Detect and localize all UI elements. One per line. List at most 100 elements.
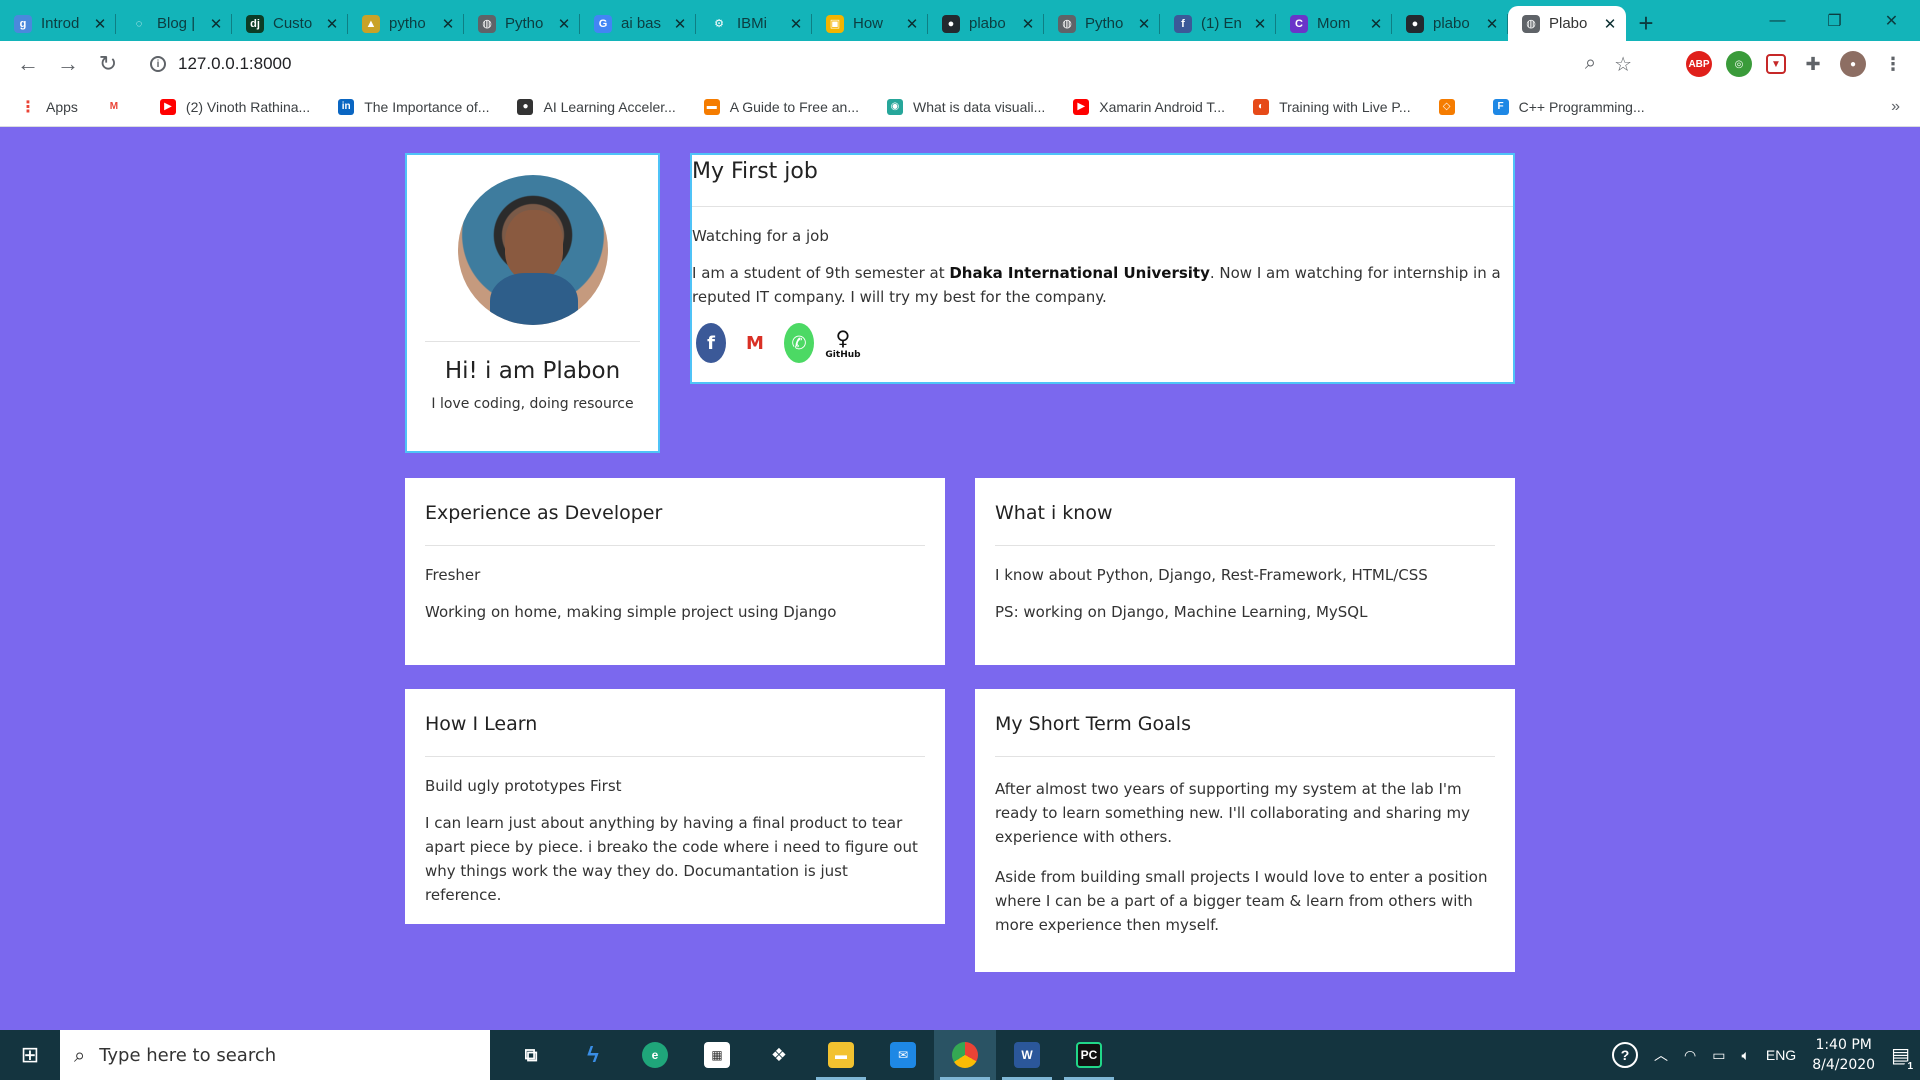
gmail-icon[interactable]: M: [740, 323, 770, 363]
visual-studio-icon[interactable]: ϟ: [562, 1030, 624, 1080]
close-window-button[interactable]: ✕: [1863, 0, 1920, 41]
help-icon[interactable]: ?: [1612, 1042, 1638, 1068]
phone-icon[interactable]: ✆: [784, 323, 814, 363]
browser-tab[interactable]: f (1) En ✕: [1160, 6, 1276, 41]
edge-icon[interactable]: e: [624, 1030, 686, 1080]
mail-icon[interactable]: ✉: [872, 1030, 934, 1080]
profile-name: Hi! i am Plabon: [444, 358, 621, 384]
tab-close-icon[interactable]: ✕: [1602, 15, 1618, 33]
browser-tab[interactable]: ◍ Pytho ✕: [464, 6, 580, 41]
card-lead: I know about Python, Django, Rest-Framew…: [995, 566, 1428, 584]
bookmark-label: Apps: [46, 98, 78, 115]
address-bar[interactable]: i 127.0.0.1:8000 ⌕ ☆: [138, 47, 1648, 81]
browser-tab[interactable]: ● plabo ✕: [928, 6, 1044, 41]
bookmarks-overflow-icon[interactable]: »: [1891, 98, 1900, 116]
tab-close-icon[interactable]: ✕: [324, 15, 340, 33]
tab-close-icon[interactable]: ✕: [1136, 15, 1152, 33]
github-icon[interactable]: ♀ GitHub: [825, 323, 860, 363]
language-indicator[interactable]: ENG: [1766, 1047, 1796, 1063]
tab-close-icon[interactable]: ✕: [208, 15, 224, 33]
tab-favicon-icon: C: [1290, 14, 1308, 33]
browser-tab[interactable]: ● plabo ✕: [1392, 6, 1508, 41]
taskbar-search-box[interactable]: ⌕ Type here to search: [60, 1030, 490, 1080]
extensions-puzzle-icon[interactable]: ✚: [1800, 51, 1826, 77]
bookmark-favicon-icon: ⋮: [20, 98, 36, 116]
clock[interactable]: 1:40 PM 8/4/2020: [1812, 1035, 1875, 1075]
tab-close-icon[interactable]: ✕: [556, 15, 572, 33]
windows-start-icon[interactable]: ⊞: [0, 1030, 60, 1080]
search-placeholder: Type here to search: [99, 1044, 277, 1066]
new-tab-button[interactable]: +: [1626, 6, 1666, 41]
site-info-icon[interactable]: i: [150, 56, 166, 72]
bookmark-item[interactable]: F C++ Programming...: [1492, 98, 1645, 115]
word-icon[interactable]: W: [996, 1030, 1058, 1080]
bookmark-item[interactable]: ▬ A Guide to Free an...: [703, 98, 859, 115]
browser-tab[interactable]: g Introd ✕: [0, 6, 116, 41]
bookmark-item[interactable]: ▶ (2) Vinoth Rathina...: [159, 98, 310, 115]
tab-close-icon[interactable]: ✕: [92, 15, 108, 33]
tab-close-icon[interactable]: ✕: [1368, 15, 1384, 33]
profile-photo: [457, 175, 608, 325]
first-job-subtitle: Watching for a job: [692, 227, 829, 245]
dropbox-icon[interactable]: ❖: [748, 1030, 810, 1080]
task-view-icon[interactable]: ⧉: [500, 1030, 562, 1080]
bookmark-item[interactable]: ⋮ Apps: [20, 98, 78, 116]
bookmark-label: Training with Live P...: [1279, 98, 1411, 115]
chevron-up-icon[interactable]: ︿: [1654, 1045, 1668, 1065]
tab-close-icon[interactable]: ✕: [1252, 15, 1268, 33]
tab-close-icon[interactable]: ✕: [904, 15, 920, 33]
bookmark-item[interactable]: ● AI Learning Acceler...: [517, 98, 676, 115]
extension-globe-icon[interactable]: ◎: [1726, 51, 1752, 77]
profile-avatar[interactable]: ●: [1840, 51, 1866, 77]
bookmark-item[interactable]: M: [106, 99, 132, 115]
restore-button[interactable]: ❐: [1806, 0, 1863, 41]
tab-favicon-icon: g: [14, 14, 32, 33]
tab-title: Plabo: [1549, 15, 1588, 32]
bookmark-label: A Guide to Free an...: [729, 98, 859, 115]
back-button[interactable]: ←: [8, 44, 48, 84]
bookmark-item[interactable]: ◇: [1438, 98, 1465, 115]
store-icon[interactable]: ▦: [686, 1030, 748, 1080]
bookmark-item[interactable]: ▶ Xamarin Android T...: [1073, 98, 1225, 115]
browser-tab[interactable]: ▣ How ✕: [812, 6, 928, 41]
wifi-icon[interactable]: ◠: [1684, 1047, 1696, 1064]
tab-close-icon[interactable]: ✕: [440, 15, 456, 33]
menu-kebab-icon[interactable]: ⋮: [1880, 51, 1906, 77]
browser-tab[interactable]: ◌ Blog | ✕: [116, 6, 232, 41]
chrome-icon[interactable]: [934, 1030, 996, 1080]
tab-close-icon[interactable]: ✕: [788, 15, 804, 33]
tab-title: ai bas: [621, 15, 662, 32]
browser-tab[interactable]: ▲ pytho ✕: [348, 6, 464, 41]
pocket-icon[interactable]: ▼: [1766, 54, 1786, 74]
card-body: I can learn just about anything by havin…: [425, 814, 918, 904]
notification-icon[interactable]: ▤ 1: [1891, 1043, 1916, 1072]
volume-icon[interactable]: 🔈︎: [1741, 1047, 1749, 1064]
tab-favicon-icon: ▲: [362, 14, 380, 33]
card-body: Aside from building small projects I wou…: [995, 868, 1488, 934]
tab-close-icon[interactable]: ✕: [1484, 15, 1500, 33]
bookmark-item[interactable]: ◉ What is data visuali...: [886, 98, 1045, 115]
file-explorer-icon[interactable]: ▬: [810, 1030, 872, 1080]
clock-time: 1:40 PM: [1815, 1037, 1872, 1053]
bookmark-item[interactable]: ◐ Training with Live P...: [1253, 98, 1411, 115]
browser-tab[interactable]: C Mom ✕: [1276, 6, 1392, 41]
tab-favicon-icon: ●: [942, 14, 960, 33]
tab-close-icon[interactable]: ✕: [672, 15, 688, 33]
browser-tab[interactable]: dj Custo ✕: [232, 6, 348, 41]
minimize-button[interactable]: —: [1749, 0, 1806, 41]
zoom-icon[interactable]: ⌕: [1585, 52, 1596, 77]
facebook-icon[interactable]: f: [696, 323, 726, 363]
tab-close-icon[interactable]: ✕: [1020, 15, 1036, 33]
adblock-icon[interactable]: ABP: [1686, 51, 1712, 77]
browser-tab[interactable]: Gai bas ✕: [580, 6, 696, 41]
browser-tab[interactable]: ◍ Pytho ✕: [1044, 6, 1160, 41]
bookmark-item[interactable]: in The Importance of...: [338, 98, 489, 115]
bookmark-star-icon[interactable]: ☆: [1614, 52, 1632, 77]
reload-button[interactable]: ↻: [88, 44, 128, 84]
pycharm-icon[interactable]: PC: [1058, 1030, 1120, 1080]
battery-icon[interactable]: ▭: [1712, 1047, 1725, 1064]
forward-button[interactable]: →: [48, 44, 88, 84]
browser-tab[interactable]: ◍ Plabo ✕: [1508, 6, 1626, 41]
system-tray: ? ︿ ◠ ▭ 🔈︎ ENG 1:40 PM 8/4/2020 ▤ 1: [1612, 1030, 1920, 1080]
browser-tab[interactable]: ⚙ IBMi ✕: [696, 6, 812, 41]
